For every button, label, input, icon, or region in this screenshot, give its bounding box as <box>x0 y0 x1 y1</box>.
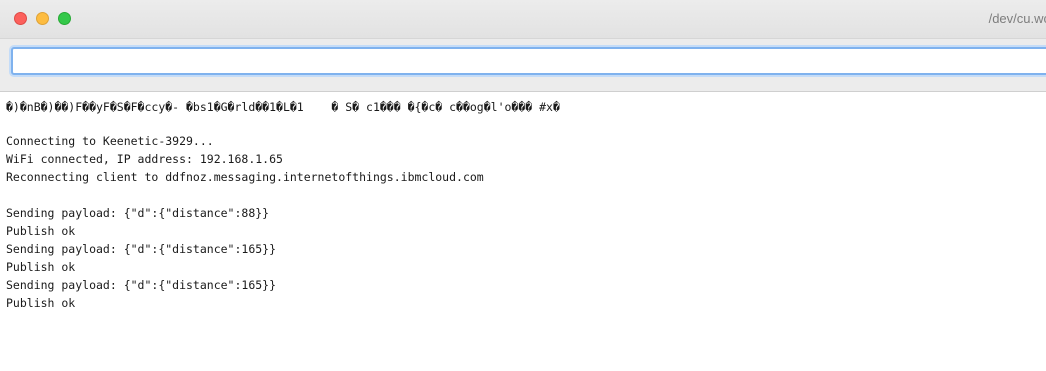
console-line: Connecting to Keenetic-3929... <box>6 134 214 148</box>
serial-monitor-window: /dev/cu.wc �)�nB�)��)F��yF�S�F�ccy�- �bs… <box>0 0 1046 371</box>
send-toolbar <box>0 39 1046 92</box>
send-input[interactable] <box>11 47 1046 75</box>
zoom-window-button[interactable] <box>58 12 71 25</box>
minimize-window-button[interactable] <box>36 12 49 25</box>
console-line: WiFi connected, IP address: 192.168.1.65 <box>6 152 283 166</box>
title-bar: /dev/cu.wc <box>0 0 1046 39</box>
close-window-button[interactable] <box>14 12 27 25</box>
console-line: Sending payload: {"d":{"distance":165}} <box>6 242 277 256</box>
console-line: Publish ok <box>6 224 76 238</box>
console-line: Sending payload: {"d":{"distance":88}} <box>6 206 270 220</box>
console-line: Reconnecting client to ddfnoz.messaging.… <box>6 170 484 184</box>
console-line: Publish ok <box>6 296 76 310</box>
console-line: �)�nB�)��)F��yF�S�F�ccy�- �bs1�G�rld��1�… <box>6 100 560 114</box>
serial-output[interactable]: �)�nB�)��)F��yF�S�F�ccy�- �bs1�G�rld��1�… <box>0 92 1046 371</box>
console-line: Sending payload: {"d":{"distance":165}} <box>6 278 277 292</box>
console-line: Publish ok <box>6 260 76 274</box>
window-title: /dev/cu.wc <box>988 11 1046 26</box>
